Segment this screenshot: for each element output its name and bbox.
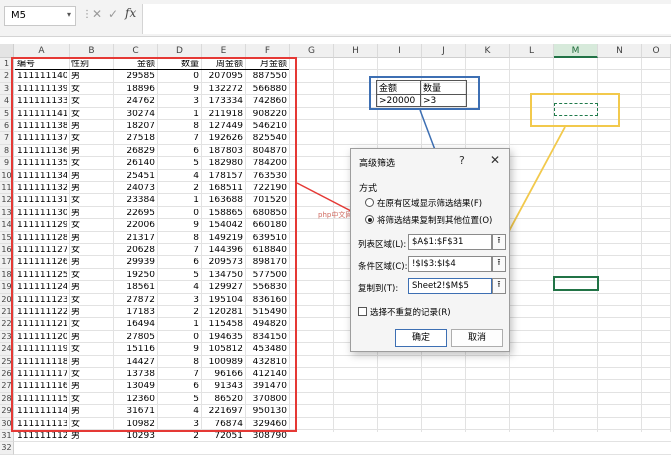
cancel-icon[interactable]: ✕: [92, 7, 102, 21]
column-header-g[interactable]: G: [290, 44, 334, 58]
data-range-highlight: [11, 57, 297, 432]
criteria-header-quantity[interactable]: 数量: [420, 80, 467, 95]
list-range-input[interactable]: $A$1:$F$31: [408, 234, 492, 250]
column-header-m[interactable]: M: [554, 44, 598, 58]
data-cell[interactable]: 男: [71, 432, 111, 441]
column-gridline: [333, 58, 334, 432]
column-header-f[interactable]: F: [246, 44, 290, 58]
chevron-down-icon[interactable]: ▾: [67, 10, 71, 19]
list-range-label: 列表区域(L):: [358, 240, 407, 250]
column-header-k[interactable]: K: [466, 44, 510, 58]
advanced-filter-dialog: 高级筛选 ? ✕ 方式 在原有区域显示筛选结果(F) 将筛选结果复制到其他位置(…: [350, 148, 510, 352]
ok-button[interactable]: 确定: [395, 329, 447, 347]
copy-to-input[interactable]: Sheet2!$M$5: [408, 278, 492, 294]
copy-target-marquee: [554, 103, 598, 116]
column-gridline: [641, 58, 642, 432]
criteria-value-quantity[interactable]: >3: [420, 94, 467, 107]
radio-circle-icon[interactable]: [365, 198, 374, 207]
name-box-value: M5: [11, 10, 26, 21]
watermark: php中文网: [318, 211, 353, 219]
data-cell[interactable]: 308790: [246, 432, 287, 441]
column-header-e[interactable]: E: [202, 44, 246, 58]
column-header-c[interactable]: C: [114, 44, 158, 58]
column-header-n[interactable]: N: [598, 44, 642, 58]
radio-filter-in-place-label: 在原有区域显示筛选结果(F): [377, 199, 483, 209]
criteria-header-amount[interactable]: 金额: [376, 80, 421, 95]
row-header-32[interactable]: 32: [0, 442, 14, 455]
active-cell[interactable]: [553, 276, 599, 291]
copy-to-label: 复制到(T):: [358, 284, 399, 294]
insert-function-icon[interactable]: fx: [125, 6, 136, 20]
checkbox-icon[interactable]: [358, 307, 367, 316]
unique-records-checkbox[interactable]: 选择不重复的记录(R): [358, 306, 451, 318]
data-cell[interactable]: 10293: [114, 432, 155, 441]
help-icon[interactable]: ?: [459, 154, 465, 167]
column-header-j[interactable]: J: [422, 44, 466, 58]
criteria-range-label: 条件区域(C):: [358, 262, 408, 272]
criteria-table: 金额 数量 >20000 >3: [376, 80, 467, 107]
column-header-a[interactable]: A: [14, 44, 70, 58]
data-cell[interactable]: 111111112: [17, 432, 67, 441]
radio-filter-in-place[interactable]: 在原有区域显示筛选结果(F): [365, 197, 482, 209]
data-cell[interactable]: 72051: [202, 432, 243, 441]
column-header-l[interactable]: L: [510, 44, 554, 58]
name-box[interactable]: M5 ▾: [4, 6, 76, 26]
data-cell[interactable]: 2: [158, 432, 199, 441]
unique-records-label: 选择不重复的记录(R): [370, 308, 451, 318]
enter-icon[interactable]: ✓: [108, 7, 118, 21]
column-header-i[interactable]: I: [378, 44, 422, 58]
radio-copy-to-location-label: 将筛选结果复制到其他位置(O): [377, 216, 493, 226]
column-header-o[interactable]: O: [642, 44, 671, 58]
criteria-value-amount[interactable]: >20000: [376, 94, 421, 107]
column-header-b[interactable]: B: [70, 44, 114, 58]
formula-bar: M5 ▾ ⋮ ✕ ✓ fx: [0, 0, 671, 37]
select-all-corner[interactable]: [0, 44, 14, 58]
dots-icon: ⋮: [82, 9, 92, 20]
cancel-button[interactable]: 取消: [451, 329, 503, 347]
row-gridline: [14, 441, 671, 443]
column-header-d[interactable]: D: [158, 44, 202, 58]
criteria-range-collapse-icon[interactable]: ⭱: [492, 256, 506, 272]
criteria-range-input[interactable]: !$I$3:$I$4: [408, 256, 492, 272]
mode-section-label: 方式: [359, 184, 378, 194]
formula-input[interactable]: [142, 4, 671, 34]
dialog-title: 高级筛选: [359, 159, 396, 169]
list-range-collapse-icon[interactable]: ⭱: [492, 234, 506, 250]
radio-copy-to-location[interactable]: 将筛选结果复制到其他位置(O): [365, 214, 492, 226]
copy-to-collapse-icon[interactable]: ⭱: [492, 278, 506, 294]
close-icon[interactable]: ✕: [490, 153, 500, 167]
column-header-h[interactable]: H: [334, 44, 378, 58]
radio-selected-icon[interactable]: [365, 215, 374, 224]
